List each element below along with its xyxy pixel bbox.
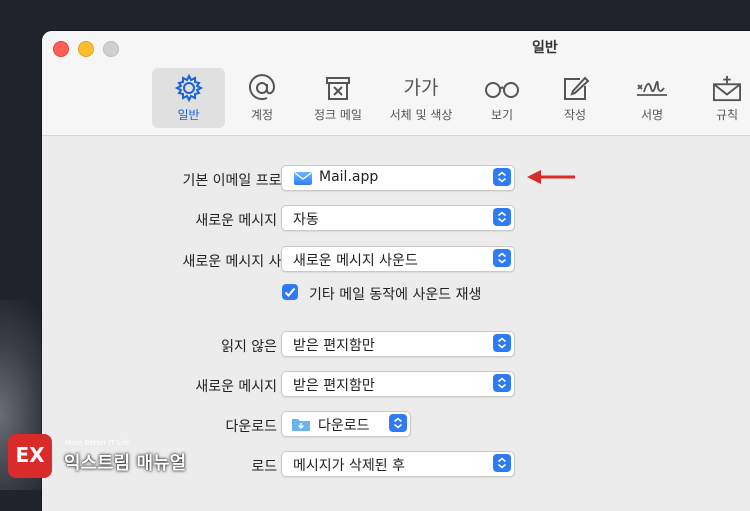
tab-general[interactable]: 일반: [152, 68, 225, 128]
close-button[interactable]: [53, 41, 69, 57]
gear-icon: [174, 74, 203, 102]
glasses-icon: [485, 82, 519, 98]
select-value: 다운로드: [318, 418, 370, 434]
select-value: 자동: [293, 212, 319, 228]
chevron-up-down-icon: [389, 414, 407, 432]
site-watermark: EX More Better IT Life 익스트림 매뉴얼: [8, 432, 186, 482]
tab-label: 계정: [250, 108, 274, 122]
watermark-logo: EX: [8, 434, 52, 478]
chevron-up-down-icon: [493, 168, 511, 186]
watermark-tagline: More Better IT Life: [65, 439, 130, 447]
select-value: 새로운 메시지 사운드: [293, 253, 418, 269]
tab-fonts-colors[interactable]: 가가 서체 및 색상: [380, 68, 462, 128]
chevron-up-down-icon: [493, 454, 511, 472]
setting-new-message-notifications: 새로운 메시지 알림: 받은 편지함만: [42, 371, 750, 399]
tab-label: 서체 및 색상: [389, 108, 453, 122]
watermark-name: 익스트림 매뉴얼: [64, 453, 187, 474]
select-value: 메시지가 삭제된 후: [293, 458, 405, 474]
chevron-up-down-icon: [493, 334, 511, 352]
tab-accounts[interactable]: 계정: [232, 68, 292, 128]
compose-icon: [564, 76, 590, 100]
select-value: Mail.app: [319, 169, 379, 185]
preferences-toolbar: 일반 일반 계정 정크 메일 가가 서체 및 색상 보기 작성 서명 규칙: [42, 31, 750, 136]
tab-label: 일반: [177, 108, 200, 122]
annotation-arrow: [527, 170, 575, 184]
rules-envelope-icon: [713, 75, 741, 102]
new-message-sound-select[interactable]: 새로운 메시지 사운드: [281, 246, 515, 272]
minimize-button[interactable]: [78, 41, 94, 57]
tab-label: 작성: [563, 108, 587, 122]
tab-label: 규칙: [715, 108, 739, 122]
tab-junk-mail[interactable]: 정크 메일: [304, 68, 372, 128]
tab-composing[interactable]: 작성: [545, 68, 605, 128]
chevron-up-down-icon: [493, 249, 511, 267]
tab-signatures[interactable]: 서명: [622, 68, 682, 128]
unread-count-select[interactable]: 받은 편지함만: [281, 331, 515, 357]
font-icon: 가가: [403, 77, 439, 99]
chevron-up-down-icon: [493, 374, 511, 392]
setting-new-message-sound: 새로운 메시지 사운드: 새로운 메시지 사운드: [42, 246, 750, 274]
new-message-notifications-select[interactable]: 받은 편지함만: [281, 371, 515, 397]
tab-label: 정크 메일: [314, 108, 362, 122]
default-mail-select[interactable]: Mail.app: [281, 165, 515, 191]
setting-unread-count: 읽지 않은 개수: 받은 편지함만: [42, 331, 750, 359]
junk-bin-icon: [326, 77, 350, 100]
at-icon: [249, 74, 276, 101]
signature-icon: [637, 80, 667, 96]
tab-label: 서명: [640, 108, 664, 122]
select-value: 받은 편지함만: [293, 338, 375, 354]
check-new-messages-select[interactable]: 자동: [281, 205, 515, 231]
select-value: 받은 편지함만: [293, 378, 375, 394]
zoom-button[interactable]: [103, 41, 119, 57]
tab-viewing[interactable]: 보기: [472, 68, 532, 128]
chevron-up-down-icon: [493, 208, 511, 226]
download-folder-select[interactable]: 다운로드: [281, 411, 411, 437]
mail-app-icon: [294, 172, 312, 185]
window-title: 일반: [532, 40, 558, 56]
tab-rules[interactable]: 규칙: [697, 68, 750, 128]
setting-check-new-messages: 새로운 메시지 확인: 자동: [42, 205, 750, 233]
setting-default-mail: 기본 이메일 프로그램: Mail.app: [42, 165, 750, 193]
tab-label: 보기: [490, 108, 514, 122]
downloads-folder-icon: [292, 419, 310, 431]
checkbox-label: 기타 메일 동작에 사운드 재생: [309, 287, 482, 303]
other-sounds-checkbox[interactable]: [282, 284, 298, 300]
remove-downloads-select[interactable]: 메시지가 삭제된 후: [281, 451, 515, 477]
